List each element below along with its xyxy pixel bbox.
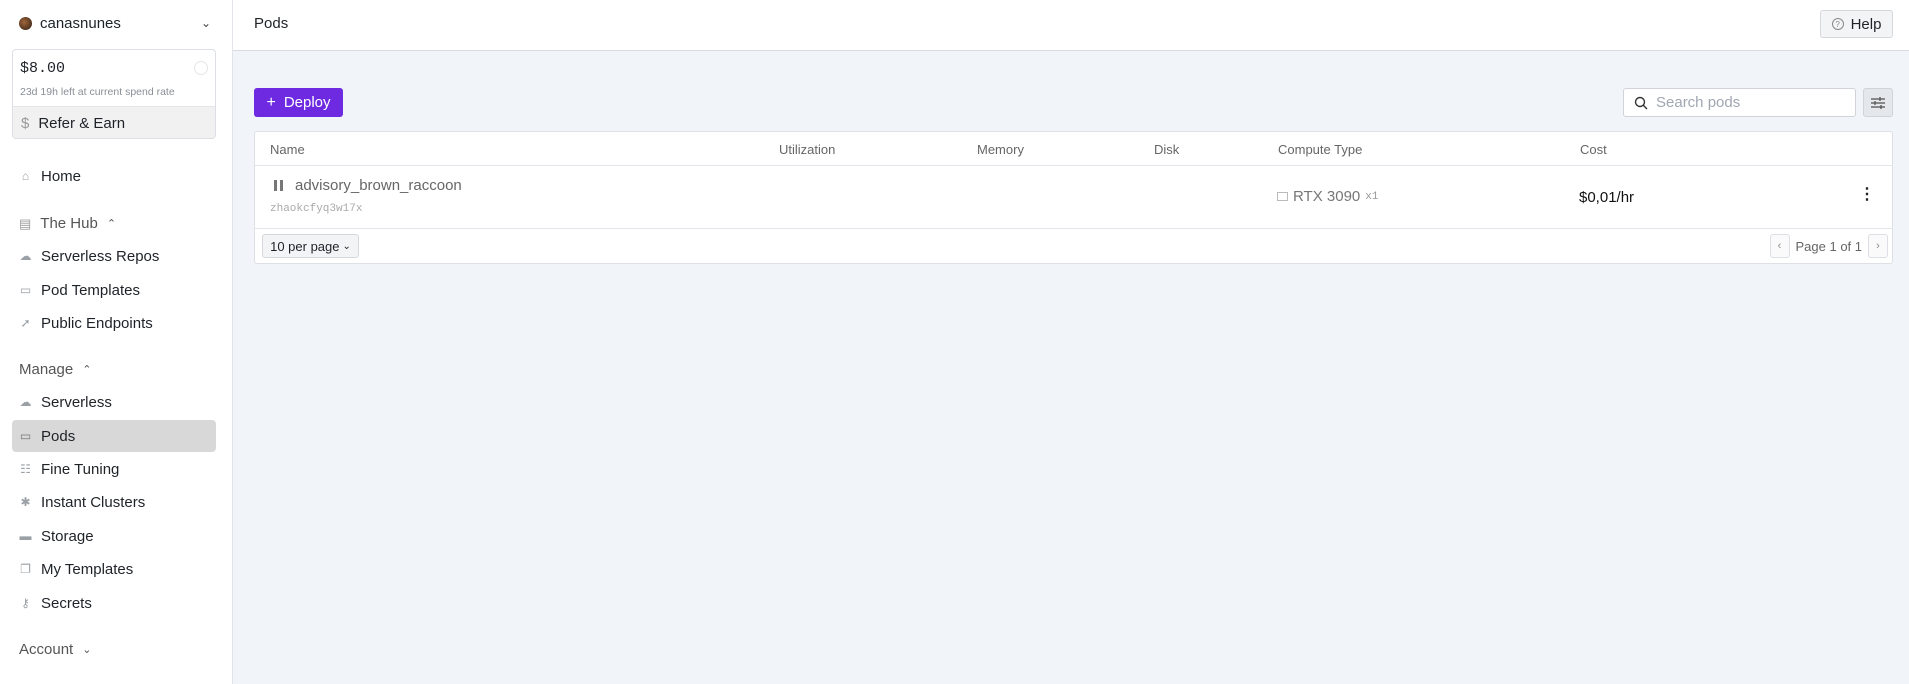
section-hub[interactable]: ▤ The Hub ⌃ — [19, 215, 116, 232]
home-icon: ⌂ — [21, 169, 30, 183]
filter-button[interactable] — [1863, 88, 1893, 117]
pause-icon — [274, 180, 283, 191]
nav-label: Public Endpoints — [41, 314, 153, 332]
sidebar-item-public-endpoints[interactable]: ➚ Public Endpoints — [12, 307, 216, 339]
section-label: Manage — [19, 361, 74, 378]
username: canasnunes — [40, 14, 121, 32]
column-header-cost: Cost — [1580, 142, 1607, 157]
per-page-label: 10 per page — [270, 238, 340, 254]
sliders-icon: ☷ — [20, 462, 31, 476]
help-button[interactable]: ? Help — [1820, 10, 1893, 38]
page-info: Page 1 of 1 — [1795, 238, 1863, 254]
column-header-name: Name — [270, 142, 305, 157]
help-label: Help — [1850, 15, 1882, 33]
page-title: Pods — [254, 15, 289, 32]
nav-label: Home — [41, 167, 82, 185]
chevron-up-icon: ⌃ — [106, 218, 117, 230]
folder-icon: ▬ — [19, 529, 32, 543]
sidebar-item-storage[interactable]: ▬ Storage — [12, 520, 216, 552]
prev-page-button[interactable]: ‹ — [1769, 234, 1790, 258]
gpu-count: x1 — [1365, 190, 1379, 203]
gpu-name: RTX 3090 — [1293, 188, 1361, 205]
copy-icon: ❐ — [20, 562, 31, 576]
divider — [255, 165, 1892, 166]
monitor-icon: ▭ — [19, 429, 32, 443]
plus-icon: + — [266, 93, 276, 111]
nav-label: Secrets — [41, 594, 92, 612]
sliders-icon — [1871, 96, 1885, 109]
question-icon: ? — [1831, 18, 1844, 30]
pod-name[interactable]: advisory_brown_raccoon — [274, 177, 462, 194]
nav-label: Fine Tuning — [41, 460, 120, 478]
next-page-button[interactable]: › — [1868, 234, 1888, 258]
pod-name-text: advisory_brown_raccoon — [295, 177, 462, 194]
nav-label: Pod Templates — [41, 281, 140, 299]
sidebar-item-pods[interactable]: ▭ Pods — [12, 420, 216, 452]
nav-label: Serverless — [41, 393, 112, 411]
column-header-utilization: Utilization — [779, 142, 836, 157]
sidebar-item-my-templates[interactable]: ❐ My Templates — [12, 553, 216, 585]
time-left: 23d 19h left at current spend rate — [20, 86, 175, 98]
search-icon — [1634, 96, 1648, 109]
pods-table: Name Utilization Memory Disk Compute Typ… — [254, 131, 1893, 264]
credit-card: $8.00 23d 19h left at current spend rate… — [12, 49, 216, 139]
sidebar-item-instant-clusters[interactable]: ✱ Instant Clusters — [12, 486, 216, 518]
section-account[interactable]: Account ⌄ — [19, 641, 91, 658]
store-icon: ▤ — [19, 215, 32, 231]
search-input[interactable] — [1656, 94, 1836, 111]
nav-label: Instant Clusters — [41, 493, 146, 511]
per-page-select[interactable]: 10 per page ⌄ — [262, 234, 359, 258]
dollar-icon: $ — [21, 115, 30, 132]
nav-label: Serverless Repos — [41, 247, 160, 265]
top-bar: Pods ? Help — [233, 0, 1909, 51]
cluster-icon: ✱ — [20, 495, 31, 509]
avatar — [19, 16, 32, 30]
sidebar: canasnunes ⌄ $8.00 23d 19h left at curre… — [0, 0, 233, 684]
sidebar-item-home[interactable]: ⌂ Home — [12, 160, 216, 192]
chevron-up-icon: ⌃ — [82, 364, 92, 376]
monitor-icon: ▭ — [19, 283, 32, 297]
chevron-down-icon: ⌄ — [82, 644, 92, 656]
column-header-disk: Disk — [1154, 142, 1180, 157]
pagination: ‹ Page 1 of 1 › — [1769, 234, 1888, 258]
sidebar-item-fine-tuning[interactable]: ☷ Fine Tuning — [12, 453, 216, 485]
gpu-icon — [1277, 192, 1288, 201]
compute-type: RTX 3090 x1 — [1277, 188, 1378, 205]
divider — [255, 228, 1892, 229]
search-box — [1623, 88, 1856, 117]
spend-ring-icon — [194, 61, 208, 75]
credit-amount: $8.00 — [20, 60, 66, 77]
deploy-button[interactable]: + Deploy — [254, 88, 343, 117]
key-icon: ⚷ — [21, 596, 30, 610]
sidebar-item-serverless[interactable]: ☁ Serverless — [12, 386, 216, 418]
chevron-down-icon: ⌄ — [200, 16, 211, 30]
column-header-memory: Memory — [977, 142, 1024, 157]
rocket-icon: ➚ — [20, 316, 31, 330]
section-manage[interactable]: Manage ⌃ — [19, 361, 91, 378]
column-header-compute-type: Compute Type — [1278, 142, 1363, 157]
pod-id: zhaokcfyq3w17x — [270, 203, 363, 215]
nav-label: My Templates — [41, 560, 134, 578]
chevron-down-icon: ⌄ — [342, 240, 351, 252]
nav-label: Pods — [41, 427, 76, 445]
sidebar-item-serverless-repos[interactable]: ☁ Serverless Repos — [12, 240, 216, 272]
more-options-icon[interactable]: ⋮ — [1859, 184, 1875, 204]
cloud-icon: ☁ — [19, 395, 32, 409]
cloud-icon: ☁ — [19, 249, 32, 263]
section-label: The Hub — [40, 215, 98, 232]
sidebar-item-pod-templates[interactable]: ▭ Pod Templates — [12, 274, 216, 306]
section-label: Account — [19, 641, 74, 658]
deploy-label: Deploy — [283, 94, 331, 111]
pod-cost: $0,01/hr — [1579, 189, 1635, 206]
sidebar-item-secrets[interactable]: ⚷ Secrets — [12, 587, 216, 619]
account-switcher[interactable]: canasnunes ⌄ — [19, 13, 211, 33]
refer-earn-button[interactable]: $ Refer & Earn — [13, 106, 215, 138]
refer-label: Refer & Earn — [38, 115, 126, 132]
nav-label: Storage — [41, 527, 94, 545]
